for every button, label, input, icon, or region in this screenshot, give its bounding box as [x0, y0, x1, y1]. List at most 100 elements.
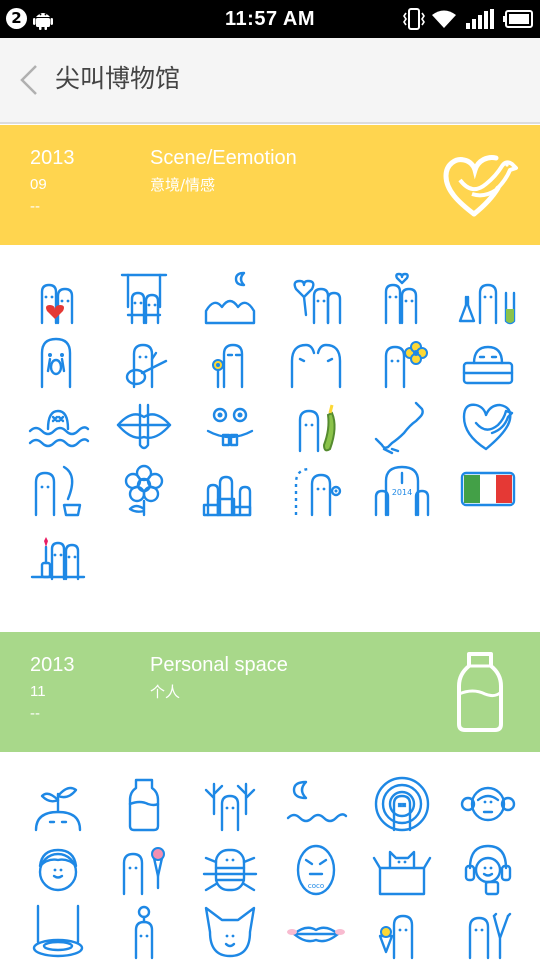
- sprout-head-icon: [34, 786, 82, 832]
- status-bar: 2 11:57 AM: [0, 0, 540, 38]
- big-flower-icon: [124, 464, 164, 517]
- category-name-cn: 意境/情感: [150, 176, 216, 194]
- sticker-coco-egg[interactable]: coco: [286, 838, 346, 898]
- lighthouse-person-icon: [134, 905, 154, 960]
- chevron-left-icon[interactable]: [18, 64, 40, 96]
- sticker-flower-holder[interactable]: [200, 331, 260, 391]
- sticker-cat-face[interactable]: [200, 902, 260, 960]
- sticker-love-couple[interactable]: [372, 267, 432, 327]
- couple-heart-icon: [40, 283, 74, 325]
- hills-moon-icon: [204, 271, 256, 325]
- sticker-lips-finger[interactable]: [114, 395, 174, 455]
- cat-face-icon: [204, 906, 256, 958]
- dotted-flower-icon: [294, 467, 342, 517]
- flower-holder-icon: [212, 343, 244, 389]
- category-name-en: Personal space: [150, 654, 288, 676]
- sticker-grid-personal: coco: [0, 752, 540, 960]
- sticker-target-rings[interactable]: [372, 774, 432, 834]
- clock: 11:57 AM: [225, 8, 315, 30]
- page-title: 尖叫博物馆: [55, 64, 181, 93]
- sticker-balloon-heart[interactable]: [286, 267, 346, 327]
- sticker-milk-bottle[interactable]: [114, 774, 174, 834]
- sticker-headphones-drink[interactable]: [458, 838, 518, 898]
- sticker-hills-moon[interactable]: [200, 267, 260, 327]
- signal-icon: [466, 9, 494, 29]
- sticker-guitar-singer[interactable]: [114, 331, 174, 391]
- crying-ghost-icon: [40, 337, 72, 389]
- lips-finger-icon: [116, 403, 172, 450]
- sticker-heart-bird[interactable]: [458, 395, 518, 455]
- phone-call-icon: [374, 401, 424, 455]
- sticker-big-flower[interactable]: [114, 459, 174, 519]
- milk-bottle-icon: [457, 652, 503, 732]
- sticker-cat-box[interactable]: [372, 838, 432, 898]
- sticker-sleeping-bed[interactable]: [458, 331, 518, 391]
- sticker-peace-sign[interactable]: [458, 902, 518, 960]
- blushing-lips-icon: [287, 926, 345, 943]
- sticker-moon-waves[interactable]: [286, 774, 348, 834]
- battery-icon: [503, 10, 533, 28]
- sticker-drowning-waves[interactable]: [28, 395, 90, 455]
- category-banner-scene[interactable]: 2013 09 -- Scene/Eemotion 意境/情感: [0, 125, 540, 245]
- sleeping-bed-icon: [462, 345, 514, 385]
- wifi-icon: [432, 10, 456, 28]
- sticker-quill-writer[interactable]: [28, 459, 88, 519]
- calendar-2014-icon: 2014: [374, 465, 430, 517]
- robot-bug-icon: [202, 848, 258, 892]
- sticker-cucumber-holder[interactable]: [286, 395, 346, 455]
- sticker-robot-bug[interactable]: [200, 838, 260, 898]
- category-month: 09: [30, 176, 47, 193]
- boy-face-icon: [38, 848, 78, 892]
- category-name-cn: 个人: [150, 683, 181, 701]
- heart-bird-icon: [462, 403, 514, 451]
- cat-box-icon: [372, 850, 432, 896]
- peace-sign-icon: [468, 912, 512, 960]
- title-bar: 尖叫博物馆: [0, 38, 540, 124]
- svg-text:2014: 2014: [392, 488, 412, 497]
- sticker-flower-face[interactable]: [372, 331, 432, 391]
- sticker-swing-couple[interactable]: [114, 267, 174, 327]
- sticker-swing-seat[interactable]: [28, 902, 88, 960]
- sticker-couple-heart[interactable]: [28, 267, 88, 327]
- sticker-chemistry-flasks[interactable]: [458, 267, 518, 327]
- svg-text:coco: coco: [308, 882, 324, 890]
- category-year: 2013: [30, 654, 75, 676]
- sticker-flower-vase[interactable]: [28, 523, 88, 583]
- swing-couple-icon: [120, 273, 168, 325]
- cucumber-holder-icon: [298, 404, 336, 453]
- sticker-podium-123[interactable]: [200, 459, 260, 519]
- sticker-branch-antlers[interactable]: [200, 774, 260, 834]
- sticker-blushing-lips[interactable]: [286, 902, 346, 960]
- sticker-italy-flag[interactable]: [458, 459, 518, 519]
- quill-writer-icon: [34, 465, 82, 517]
- sticker-monkey-face[interactable]: [458, 774, 518, 834]
- sticker-whispering-pair[interactable]: [286, 331, 346, 391]
- sticker-phone-call[interactable]: [372, 395, 432, 455]
- guitar-singer-icon: [125, 343, 168, 389]
- snack-holder-icon: [378, 914, 414, 960]
- headphones-drink-icon: [464, 844, 512, 896]
- category-banner-personal[interactable]: 2013 11 -- Personal space 个人: [0, 632, 540, 752]
- ice-cream-icon: [122, 847, 165, 896]
- whispering-pair-icon: [290, 343, 342, 389]
- sticker-lighthouse-person[interactable]: [114, 902, 174, 960]
- sticker-crying-ghost[interactable]: [28, 331, 88, 391]
- sticker-snack-holder[interactable]: [372, 902, 432, 960]
- sticker-dotted-flower[interactable]: [286, 459, 346, 519]
- flower-face-icon: [384, 341, 428, 389]
- sticker-sprout-head[interactable]: [28, 774, 88, 834]
- category-year: 2013: [30, 147, 75, 169]
- monkey-face-icon: [460, 786, 516, 822]
- flower-vase-icon: [30, 537, 86, 581]
- buck-teeth-face-icon: [206, 407, 254, 447]
- category-month: 11: [30, 683, 46, 700]
- sticker-boy-face[interactable]: [28, 838, 88, 898]
- milk-bottle-icon: [128, 778, 160, 832]
- branch-antlers-icon: [204, 782, 256, 832]
- podium-123-icon: [202, 475, 252, 517]
- category-dash: --: [30, 198, 40, 215]
- love-couple-icon: [384, 272, 418, 325]
- sticker-ice-cream[interactable]: [114, 838, 174, 898]
- sticker-calendar-2014[interactable]: 2014: [372, 459, 432, 519]
- sticker-buck-teeth-face[interactable]: [200, 395, 260, 455]
